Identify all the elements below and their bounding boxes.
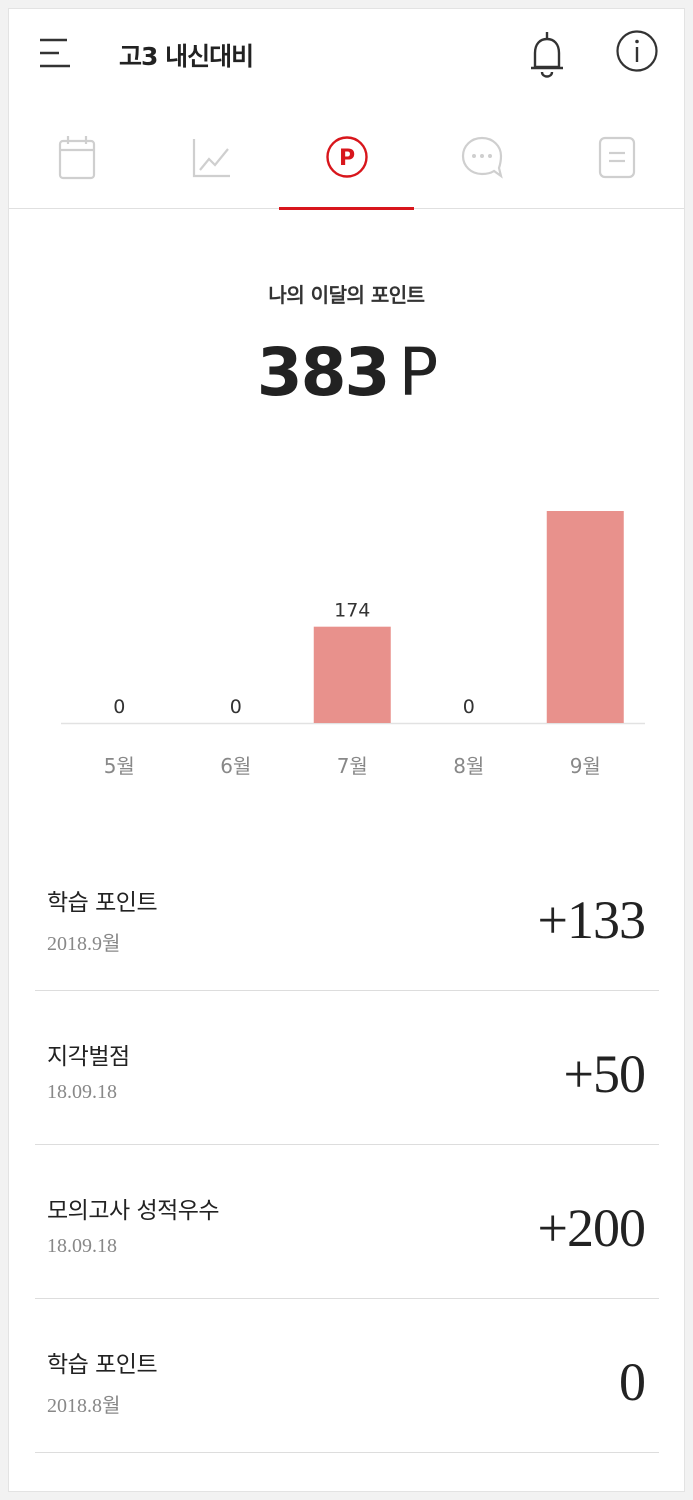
list-item-title: 지각벌점 <box>47 1044 130 1070</box>
list-item-date: 2018.9월 <box>47 933 121 955</box>
list-item-title: 학습 포인트 <box>47 1352 158 1378</box>
points-history-list: 학습 포인트 2018.9월 +133 지각벌점 18.09.18 +50 모의고사 성적우… <box>35 837 659 1453</box>
tab-chat[interactable] <box>414 119 549 209</box>
chart-data-label: 0 <box>230 696 242 718</box>
points-unit: P <box>398 334 438 411</box>
chart-bar <box>313 626 391 723</box>
list-item-points: +200 <box>537 1198 646 1258</box>
list-item-points: +133 <box>537 890 646 950</box>
list-item[interactable]: 학습 포인트 2018.8월 0 <box>35 1299 659 1453</box>
tab-stats[interactable] <box>144 119 279 209</box>
monthly-points-label: 나의 이달의 포인트 <box>268 283 425 307</box>
list-item[interactable]: 학습 포인트 2018.9월 +133 <box>35 837 659 991</box>
monthly-points-chart: 0 5월 0 6월 174 7월 0 8월 9월 <box>61 511 645 778</box>
tab-points[interactable]: P <box>279 119 414 210</box>
tab-bar: P <box>9 119 684 210</box>
chart-tick-label: 5월 <box>104 754 135 778</box>
list-item-date: 2018.8월 <box>47 1395 121 1417</box>
list-item[interactable]: 지각벌점 18.09.18 +50 <box>35 991 659 1145</box>
list-item-title: 학습 포인트 <box>47 890 158 916</box>
app-header: 고3 내신대비 <box>9 9 684 99</box>
chart-tick-label: 9월 <box>570 754 601 778</box>
app-frame: 고3 내신대비 P 나의 이달의 포인트 383 P 0 5월 0 6월 174… <box>8 8 685 1492</box>
line-chart-icon <box>192 139 230 178</box>
document-icon <box>598 136 635 179</box>
chart-data-label: 0 <box>113 696 125 718</box>
list-item-title: 모의고사 성적우수 <box>47 1198 220 1224</box>
monthly-points-value: 383 P <box>9 334 684 411</box>
points-icon-letter: P <box>338 146 354 171</box>
chart-tick-label: 7월 <box>337 754 368 778</box>
chart-data-label: 174 <box>334 600 370 622</box>
chart-data-label: 0 <box>463 696 475 718</box>
list-item-date: 18.09.18 <box>47 1081 117 1103</box>
points-number: 383 <box>256 334 391 411</box>
chart-bar <box>546 511 624 723</box>
points-icon: P <box>325 136 368 178</box>
list-item-points: 0 <box>619 1352 646 1412</box>
list-item-points: +50 <box>563 1044 646 1104</box>
menu-icon[interactable] <box>37 35 73 71</box>
info-icon[interactable] <box>615 29 659 73</box>
list-item-date: 18.09.18 <box>47 1235 117 1257</box>
bell-icon[interactable] <box>527 29 567 81</box>
tab-calendar[interactable] <box>9 119 144 209</box>
tab-notes[interactable] <box>549 119 684 209</box>
page-title: 고3 내신대비 <box>119 42 254 71</box>
list-item[interactable]: 모의고사 성적우수 18.09.18 +200 <box>35 1145 659 1299</box>
chart-tick-label: 8월 <box>453 754 484 778</box>
chart-tick-label: 6월 <box>220 754 251 778</box>
calendar-icon <box>58 136 95 180</box>
chat-bubble-icon <box>461 136 503 179</box>
